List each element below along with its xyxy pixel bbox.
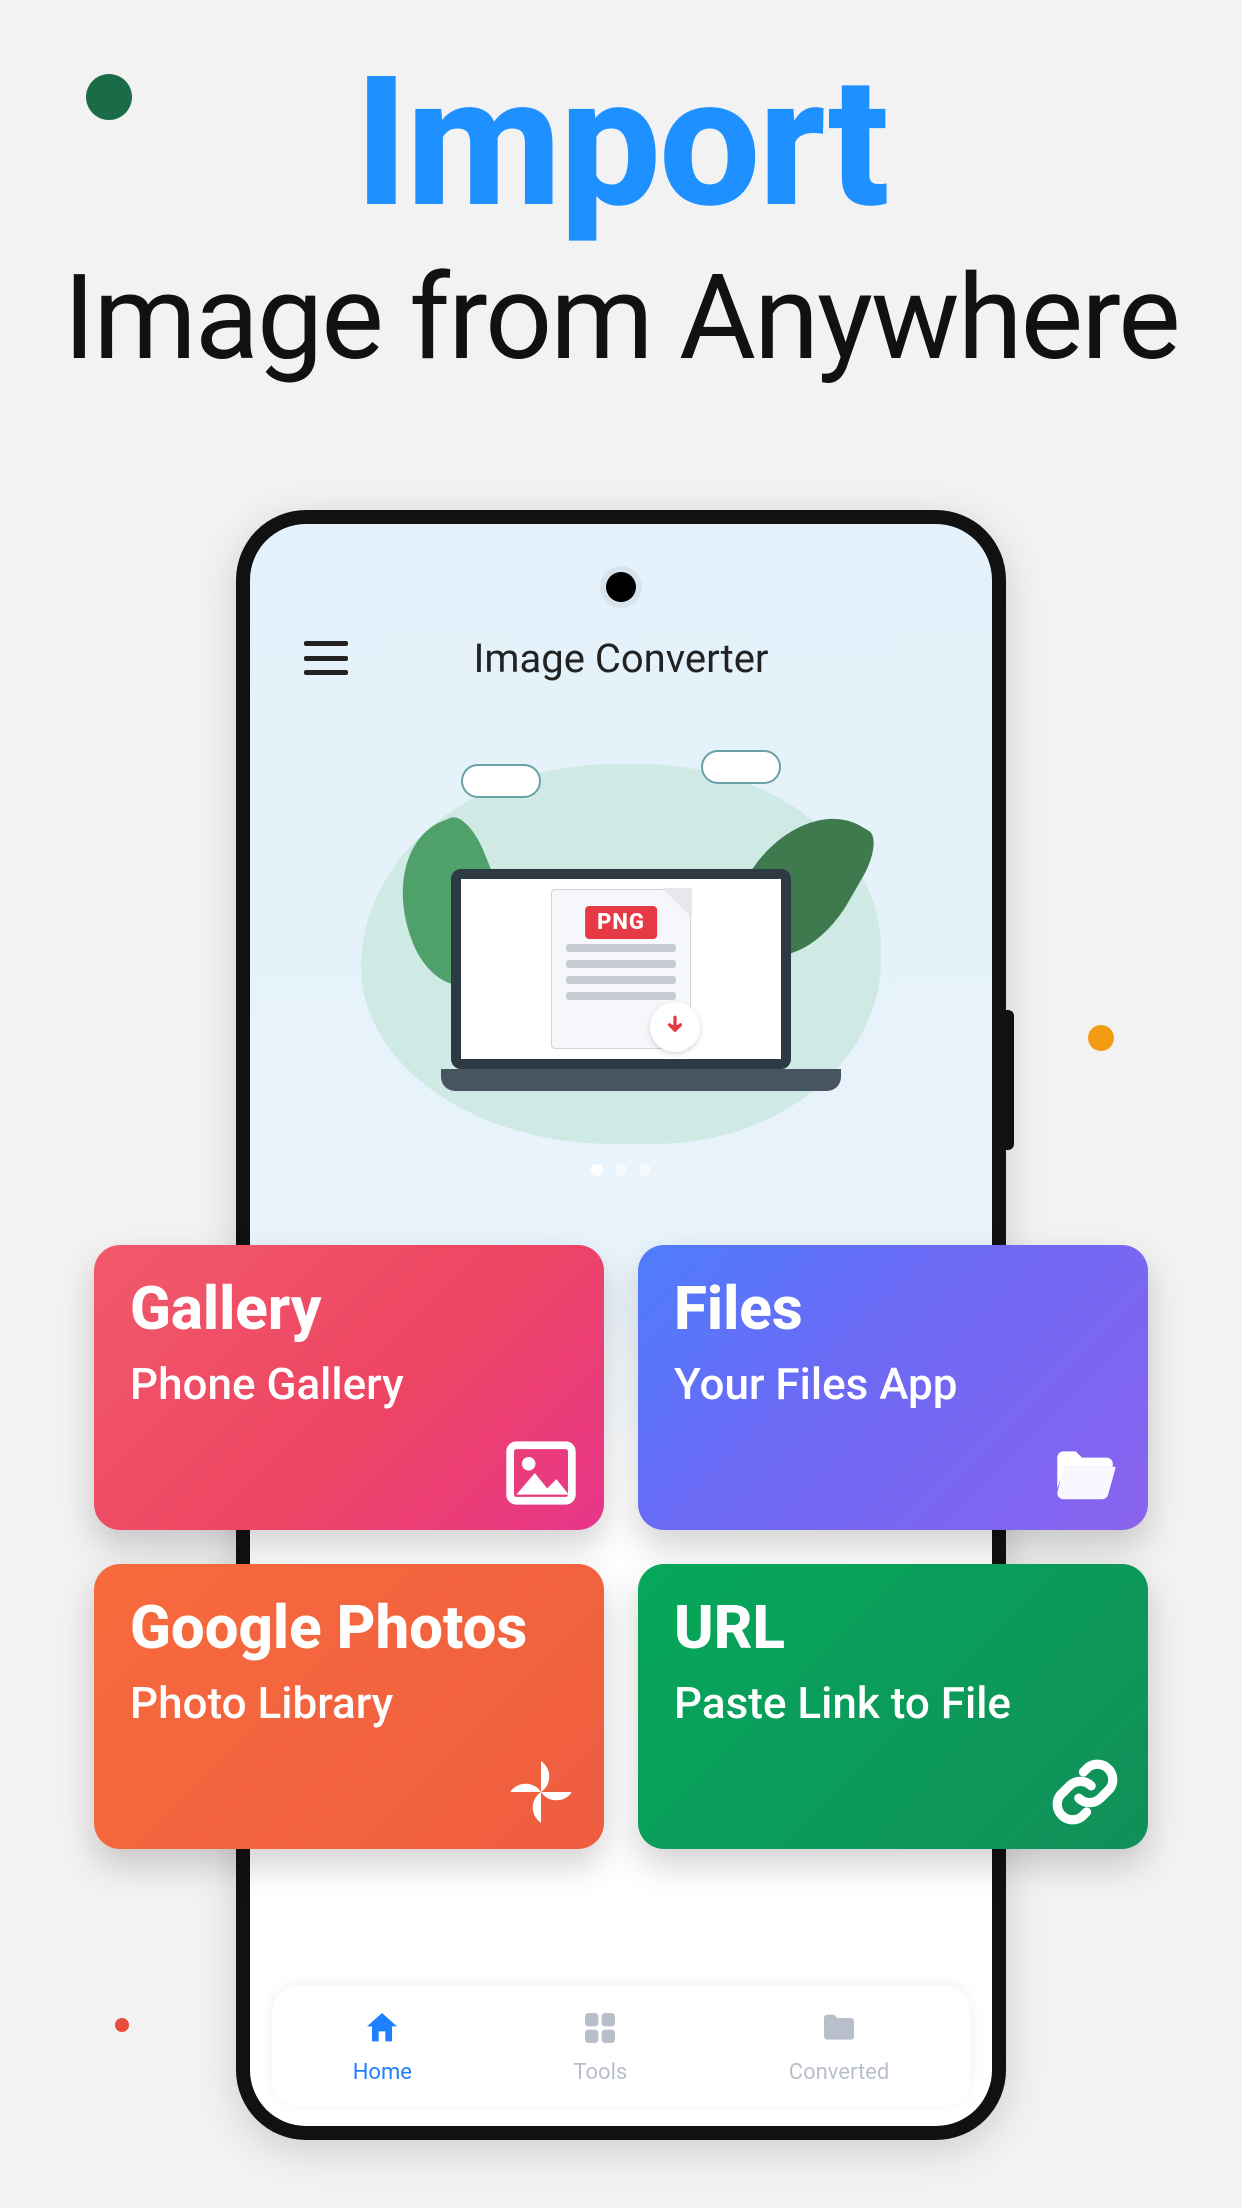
nav-label: Tools: [573, 2060, 627, 2085]
card-desc: Paste Link to File: [674, 1677, 1112, 1729]
pinwheel-icon: [504, 1755, 578, 1829]
nav-label: Converted: [789, 2060, 889, 2085]
card-desc: Your Files App: [674, 1358, 1112, 1410]
camera-hole: [606, 572, 636, 602]
nav-converted[interactable]: Converted: [789, 2008, 889, 2085]
headline-subtitle: Image from Anywhere: [0, 249, 1242, 387]
pager-dot[interactable]: [591, 1164, 603, 1176]
card-title: URL: [674, 1596, 1112, 1659]
grid-icon: [580, 2008, 620, 2054]
headline-title: Import: [0, 48, 1242, 237]
card-google-photos[interactable]: Google Photos Photo Library: [94, 1564, 604, 1849]
card-desc: Phone Gallery: [130, 1358, 568, 1410]
app-title: Image Converter: [250, 635, 992, 682]
pager-dot[interactable]: [639, 1164, 651, 1176]
nav-label: Home: [353, 2060, 412, 2085]
menu-icon[interactable]: [304, 641, 348, 675]
laptop-icon: PNG: [441, 869, 801, 1099]
png-badge: PNG: [585, 906, 657, 939]
card-title: Files: [674, 1277, 1112, 1340]
card-title: Gallery: [130, 1277, 568, 1340]
carousel-pager[interactable]: [250, 1164, 992, 1176]
document-icon: PNG: [551, 889, 691, 1049]
card-gallery[interactable]: Gallery Phone Gallery: [94, 1245, 604, 1530]
marketing-headline: Import Image from Anywhere: [0, 48, 1242, 387]
app-header: Image Converter: [250, 618, 992, 698]
decorative-dot-orange: [1088, 1025, 1114, 1051]
card-title: Google Photos: [130, 1596, 568, 1659]
card-desc: Photo Library: [130, 1677, 568, 1729]
image-icon: [504, 1436, 578, 1510]
nav-home[interactable]: Home: [353, 2008, 412, 2085]
bottom-nav: Home Tools Converted: [272, 1986, 970, 2106]
pager-dot[interactable]: [615, 1164, 627, 1176]
folder-open-icon: [1048, 1436, 1122, 1510]
card-url[interactable]: URL Paste Link to File: [638, 1564, 1148, 1849]
decorative-dot-red: [115, 2018, 129, 2032]
download-arrow-icon: [650, 1002, 700, 1052]
nav-tools[interactable]: Tools: [573, 2008, 627, 2085]
home-icon: [362, 2008, 402, 2054]
card-files[interactable]: Files Your Files App: [638, 1245, 1148, 1530]
hero-illustration: PNG: [341, 734, 901, 1174]
import-cards: Gallery Phone Gallery Files Your Files A…: [0, 1245, 1242, 1849]
folder-icon: [819, 2008, 859, 2054]
link-icon: [1048, 1755, 1122, 1829]
